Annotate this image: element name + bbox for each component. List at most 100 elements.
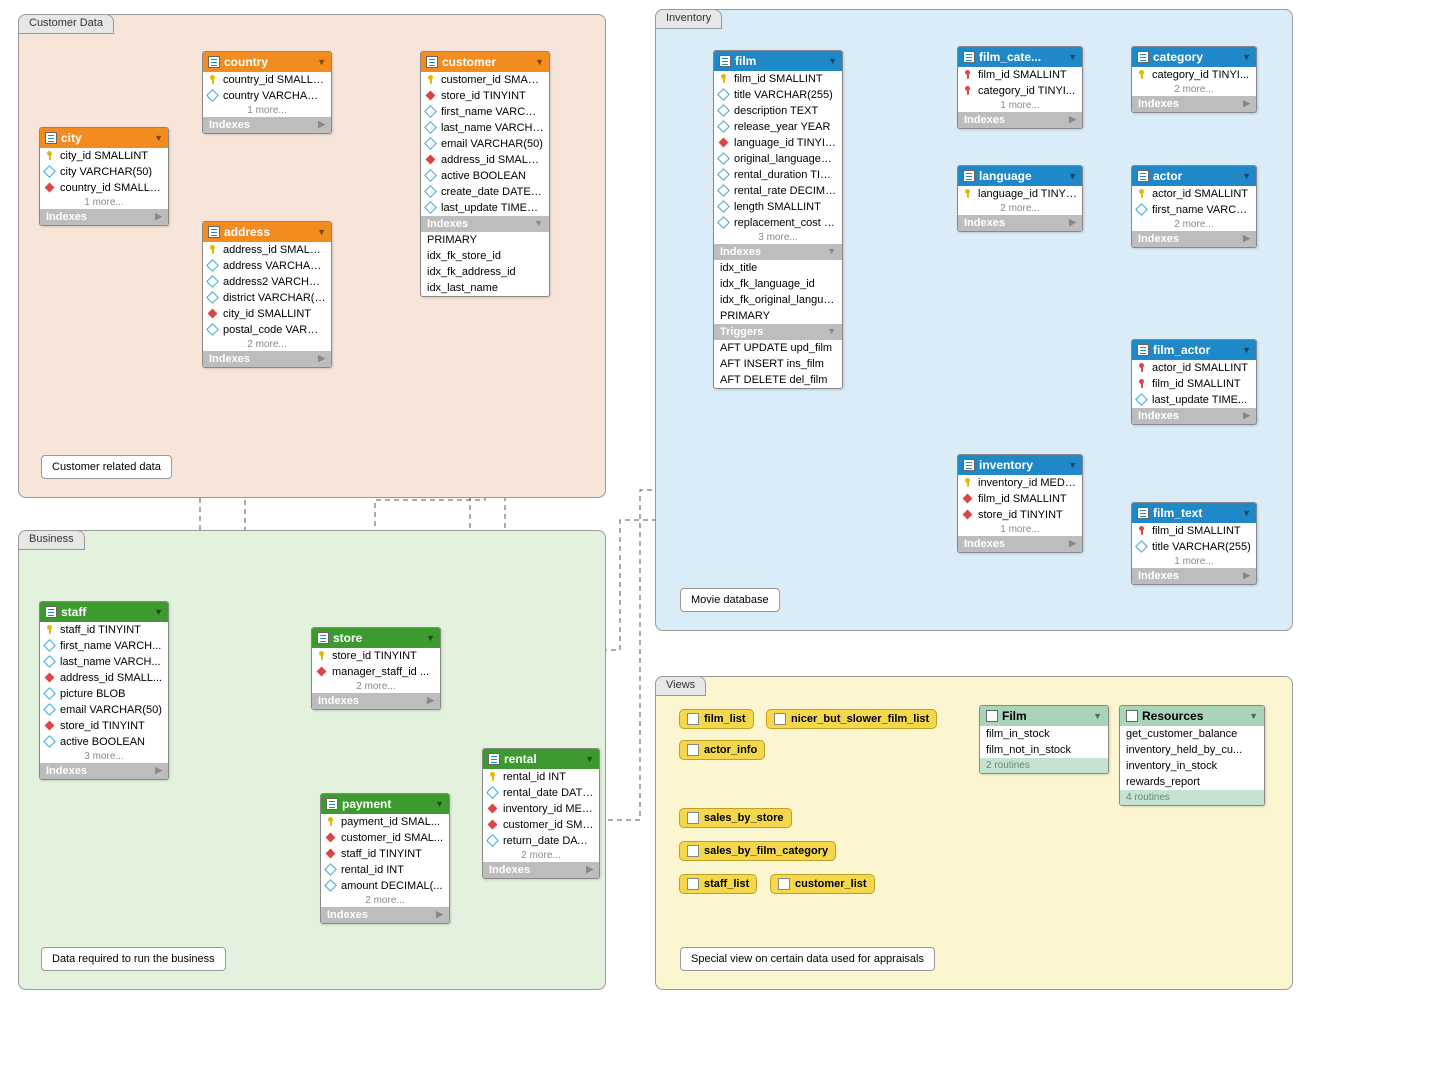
column-row[interactable]: store_id TINYINT	[958, 507, 1082, 523]
column-row[interactable]: category_id TINYI...	[1132, 67, 1256, 83]
column-row[interactable]: title VARCHAR(255)	[714, 87, 842, 103]
column-row[interactable]: actor_id SMALLINT	[1132, 360, 1256, 376]
indexes-section[interactable]: Indexes▶	[958, 215, 1082, 231]
trigger-row[interactable]: AFT DELETE del_film	[714, 372, 842, 388]
table-header[interactable]: film_cate...▼	[958, 47, 1082, 67]
table-header[interactable]: store▼	[312, 628, 440, 648]
indexes-section[interactable]: Indexes▶	[40, 763, 168, 779]
indexes-section[interactable]: Indexes▶	[1132, 568, 1256, 584]
column-row[interactable]: address_id SMALLINT	[421, 152, 549, 168]
column-row[interactable]: active BOOLEAN	[421, 168, 549, 184]
column-row[interactable]: first_name VARCH...	[1132, 202, 1256, 218]
column-row[interactable]: staff_id TINYINT	[321, 846, 449, 862]
table-header[interactable]: film_actor▼	[1132, 340, 1256, 360]
column-row[interactable]: address2 VARCHAR(...	[203, 274, 331, 290]
column-row[interactable]: customer_id SMALLI...	[421, 72, 549, 88]
column-row[interactable]: last_update TIMEST...	[421, 200, 549, 216]
column-row[interactable]: email VARCHAR(50)	[421, 136, 549, 152]
indexes-section[interactable]: Indexes▶	[1132, 96, 1256, 112]
column-row[interactable]: first_name VARCHA...	[421, 104, 549, 120]
table-header[interactable]: address▼	[203, 222, 331, 242]
table-inventory[interactable]: inventory▼inventory_id MEDI...film_id SM…	[957, 454, 1083, 553]
column-row[interactable]: category_id TINYI...	[958, 83, 1082, 99]
column-row[interactable]: amount DECIMAL(...	[321, 878, 449, 894]
table-staff[interactable]: staff▼staff_id TINYINTfirst_name VARCH..…	[39, 601, 169, 780]
column-row[interactable]: film_id SMALLINT	[1132, 376, 1256, 392]
table-header[interactable]: country▼	[203, 52, 331, 72]
column-row[interactable]: title VARCHAR(255)	[1132, 539, 1256, 555]
more-indicator[interactable]: 1 more...	[958, 523, 1082, 536]
table-film-text[interactable]: film_text▼film_id SMALLINTtitle VARCHAR(…	[1131, 502, 1257, 585]
more-indicator[interactable]: 3 more...	[714, 231, 842, 244]
table-header[interactable]: actor▼	[1132, 166, 1256, 186]
table-header[interactable]: staff▼	[40, 602, 168, 622]
table-header[interactable]: film▼	[714, 51, 842, 71]
view-actor-info[interactable]: actor_info	[679, 740, 765, 760]
indexes-section[interactable]: Indexes▶	[958, 112, 1082, 128]
more-indicator[interactable]: 2 more...	[1132, 83, 1256, 96]
table-language[interactable]: language▼language_id TINYI...2 more...In…	[957, 165, 1083, 232]
column-row[interactable]: return_date DATE...	[483, 833, 599, 849]
table-payment[interactable]: payment▼payment_id SMAL...customer_id SM…	[320, 793, 450, 924]
more-indicator[interactable]: 2 more...	[1132, 218, 1256, 231]
table-header[interactable]: film_text▼	[1132, 503, 1256, 523]
table-category[interactable]: category▼category_id TINYI...2 more...In…	[1131, 46, 1257, 113]
column-row[interactable]: district VARCHAR(20)	[203, 290, 331, 306]
trigger-row[interactable]: AFT INSERT ins_film	[714, 356, 842, 372]
column-row[interactable]: original_language_id...	[714, 151, 842, 167]
more-indicator[interactable]: 3 more...	[40, 750, 168, 763]
more-indicator[interactable]: 2 more...	[483, 849, 599, 862]
indexes-section[interactable]: Indexes▶	[1132, 231, 1256, 247]
column-row[interactable]: country_id SMALLINT	[40, 180, 168, 196]
column-row[interactable]: film_id SMALLINT	[714, 71, 842, 87]
indexes-section[interactable]: Indexes▶	[1132, 408, 1256, 424]
table-actor[interactable]: actor▼actor_id SMALLINTfirst_name VARCH.…	[1131, 165, 1257, 248]
column-row[interactable]: last_name VARCH...	[40, 654, 168, 670]
more-indicator[interactable]: 1 more...	[203, 104, 331, 117]
index-row[interactable]: PRIMARY	[714, 308, 842, 324]
column-row[interactable]: country VARCHAR(50)	[203, 88, 331, 104]
table-rental[interactable]: rental▼rental_id INTrental_date DATE...i…	[482, 748, 600, 879]
indexes-section[interactable]: Indexes▼	[421, 216, 549, 232]
column-row[interactable]: city_id SMALLINT	[203, 306, 331, 322]
table-header[interactable]: category▼	[1132, 47, 1256, 67]
column-row[interactable]: first_name VARCH...	[40, 638, 168, 654]
index-row[interactable]: idx_fk_store_id	[421, 248, 549, 264]
more-indicator[interactable]: 1 more...	[40, 196, 168, 209]
column-row[interactable]: store_id TINYINT	[40, 718, 168, 734]
column-row[interactable]: description TEXT	[714, 103, 842, 119]
column-row[interactable]: store_id TINYINT	[312, 648, 440, 664]
indexes-section[interactable]: Indexes▼	[714, 244, 842, 260]
column-row[interactable]: create_date DATETI...	[421, 184, 549, 200]
table-header[interactable]: rental▼	[483, 749, 599, 769]
column-row[interactable]: release_year YEAR	[714, 119, 842, 135]
column-row[interactable]: language_id TINYINT	[714, 135, 842, 151]
table-header[interactable]: payment▼	[321, 794, 449, 814]
column-row[interactable]: inventory_id MEDI...	[483, 801, 599, 817]
column-row[interactable]: replacement_cost D...	[714, 215, 842, 231]
table-film-category[interactable]: film_cate...▼film_id SMALLINTcategory_id…	[957, 46, 1083, 129]
more-indicator[interactable]: 1 more...	[958, 99, 1082, 112]
column-row[interactable]: film_id SMALLINT	[958, 491, 1082, 507]
column-row[interactable]: active BOOLEAN	[40, 734, 168, 750]
column-row[interactable]: postal_code VARCH...	[203, 322, 331, 338]
column-row[interactable]: address_id SMALL...	[40, 670, 168, 686]
index-row[interactable]: idx_last_name	[421, 280, 549, 296]
table-header[interactable]: inventory▼	[958, 455, 1082, 475]
index-row[interactable]: idx_title	[714, 260, 842, 276]
more-indicator[interactable]: 2 more...	[312, 680, 440, 693]
column-row[interactable]: film_id SMALLINT	[1132, 523, 1256, 539]
table-country[interactable]: country▼country_id SMALLINTcountry VARCH…	[202, 51, 332, 134]
index-row[interactable]: idx_fk_language_id	[714, 276, 842, 292]
index-row[interactable]: PRIMARY	[421, 232, 549, 248]
indexes-section[interactable]: Indexes▶	[312, 693, 440, 709]
column-row[interactable]: country_id SMALLINT	[203, 72, 331, 88]
view-sales-by-store[interactable]: sales_by_store	[679, 808, 792, 828]
column-row[interactable]: last_update TIME...	[1132, 392, 1256, 408]
column-row[interactable]: actor_id SMALLINT	[1132, 186, 1256, 202]
table-city[interactable]: city▼city_id SMALLINTcity VARCHAR(50)cou…	[39, 127, 169, 226]
routine-box-resources[interactable]: Resources▼ get_customer_balance inventor…	[1119, 705, 1265, 806]
column-row[interactable]: rental_duration TIN...	[714, 167, 842, 183]
column-row[interactable]: language_id TINYI...	[958, 186, 1082, 202]
indexes-section[interactable]: Indexes▶	[321, 907, 449, 923]
